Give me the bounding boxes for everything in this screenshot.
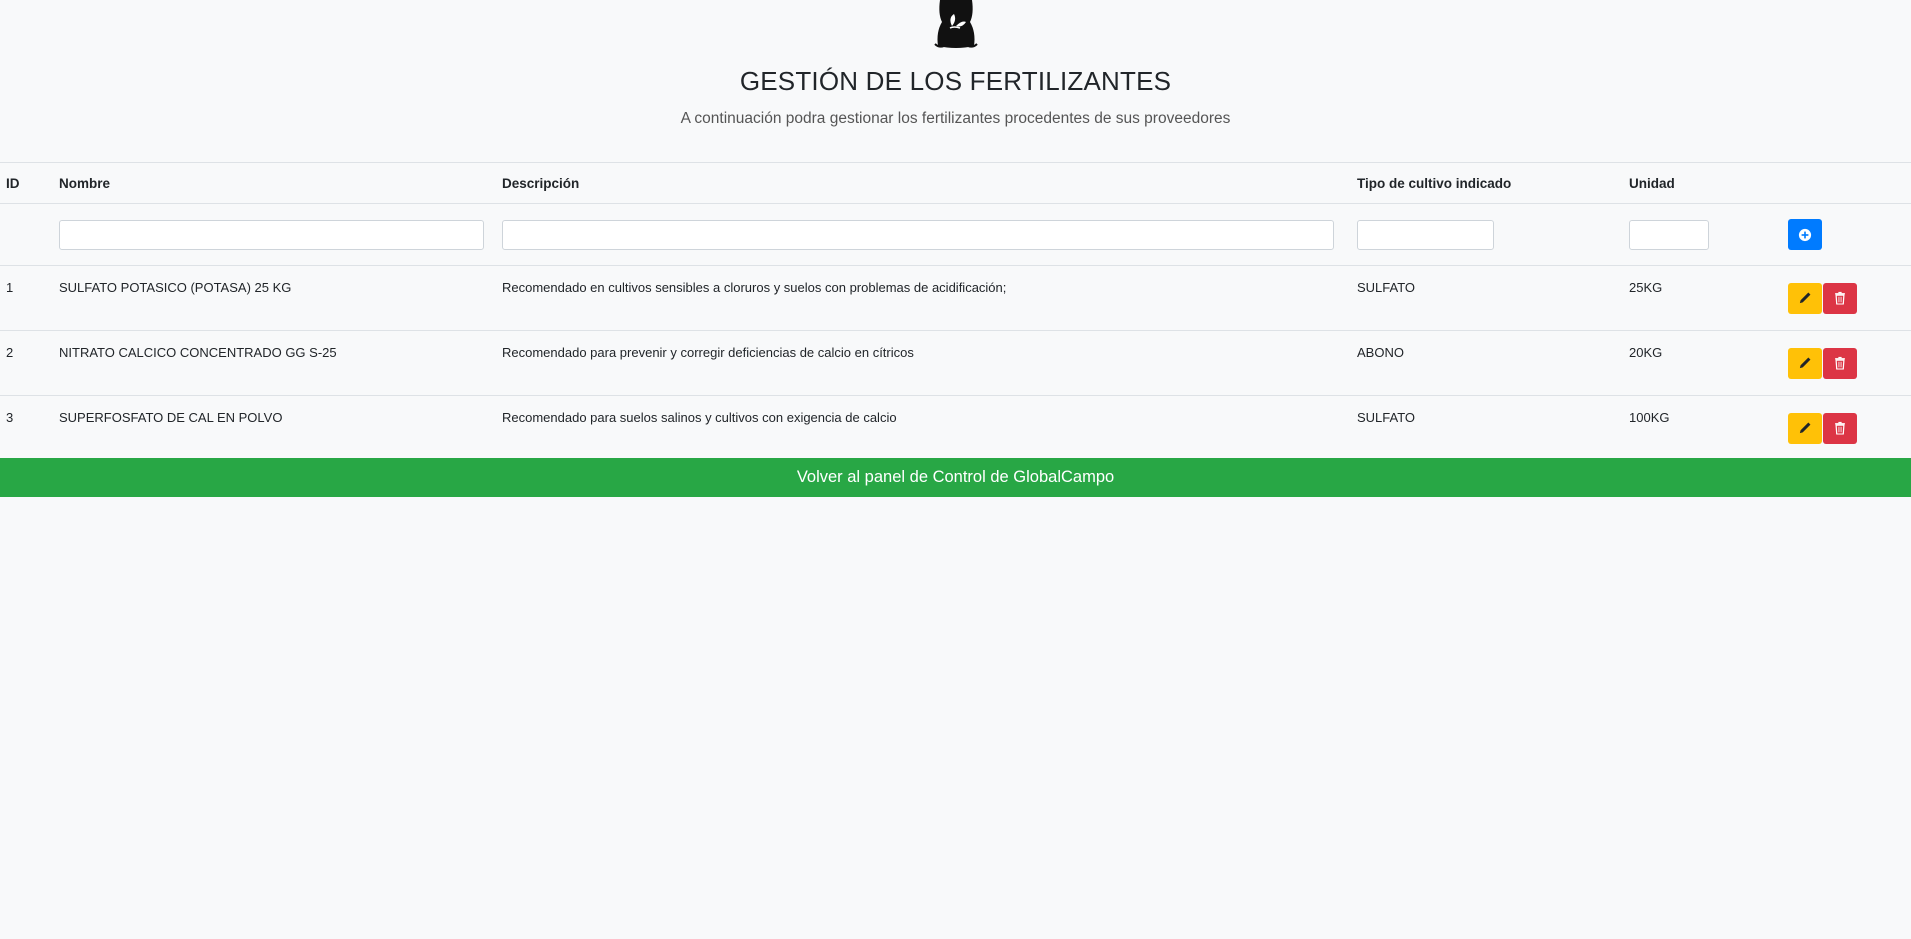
tipo-cultivo-input[interactable] (1357, 219, 1494, 250)
fertilizers-table-container: ID Nombre Descripción Tipo de cultivo in… (0, 162, 1911, 474)
descripcion-input[interactable] (502, 219, 1334, 250)
trash-icon (1835, 356, 1845, 370)
cell-id: 3 (0, 395, 53, 461)
cell-nombre: SUPERFOSFATO DE CAL EN POLVO (53, 395, 496, 461)
pencil-icon (1799, 292, 1811, 304)
delete-button[interactable] (1823, 282, 1857, 314)
edit-button[interactable] (1788, 282, 1822, 314)
page-subtitle: A continuación podra gestionar los ferti… (680, 110, 1231, 127)
pencil-icon (1799, 357, 1811, 369)
cell-descripcion: Recomendado para suelos salinos y cultiv… (496, 395, 1351, 461)
cell-tipo: SULFATO (1351, 395, 1623, 461)
fertilizer-bag-icon (934, 0, 978, 48)
cell-id: 2 (0, 330, 53, 396)
fertilizers-table: ID Nombre Descripción Tipo de cultivo in… (0, 162, 1911, 474)
delete-button[interactable] (1823, 347, 1857, 379)
trash-icon (1835, 291, 1845, 305)
nombre-input[interactable] (59, 219, 484, 250)
trash-icon (1835, 421, 1845, 435)
cell-nombre: NITRATO CALCICO CONCENTRADO GG S-25 (53, 330, 496, 396)
edit-button[interactable] (1788, 412, 1822, 444)
table-row: 1 SULFATO POTASICO (POTASA) 25 KG Recome… (0, 265, 1911, 331)
delete-button[interactable] (1823, 412, 1857, 444)
column-header-id: ID (0, 162, 53, 204)
cell-tipo: SULFATO (1351, 265, 1623, 331)
header-logo (0, 0, 1911, 52)
cell-descripcion: Recomendado para prevenir y corregir def… (496, 330, 1351, 396)
pencil-icon (1799, 422, 1811, 434)
cell-unidad: 25KG (1623, 265, 1782, 331)
table-header-row: ID Nombre Descripción Tipo de cultivo in… (0, 162, 1911, 204)
cell-tipo: ABONO (1351, 330, 1623, 396)
new-entry-row (0, 203, 1911, 266)
cell-unidad: 100KG (1623, 395, 1782, 461)
table-row: 2 NITRATO CALCICO CONCENTRADO GG S-25 Re… (0, 330, 1911, 396)
page-title: GESTIÓN DE LOS FERTILIZANTES (739, 66, 1172, 96)
column-header-tipo: Tipo de cultivo indicado (1351, 162, 1623, 204)
cell-nombre: SULFATO POTASICO (POTASA) 25 KG (53, 265, 496, 331)
plus-circle-icon (1798, 228, 1812, 241)
column-header-descripcion: Descripción (496, 162, 1351, 204)
back-to-dashboard-button[interactable]: Volver al panel de Control de GlobalCamp… (0, 458, 1911, 497)
table-row: 3 SUPERFOSFATO DE CAL EN POLVO Recomenda… (0, 395, 1911, 461)
cell-id: 1 (0, 265, 53, 331)
add-fertilizer-button[interactable] (1788, 219, 1822, 250)
column-header-actions (1782, 162, 1911, 204)
cell-descripcion: Recomendado en cultivos sensibles a clor… (496, 265, 1351, 331)
column-header-nombre: Nombre (53, 162, 496, 204)
column-header-unidad: Unidad (1623, 162, 1782, 204)
unidad-input[interactable] (1629, 219, 1709, 250)
edit-button[interactable] (1788, 347, 1822, 379)
cell-unidad: 20KG (1623, 330, 1782, 396)
